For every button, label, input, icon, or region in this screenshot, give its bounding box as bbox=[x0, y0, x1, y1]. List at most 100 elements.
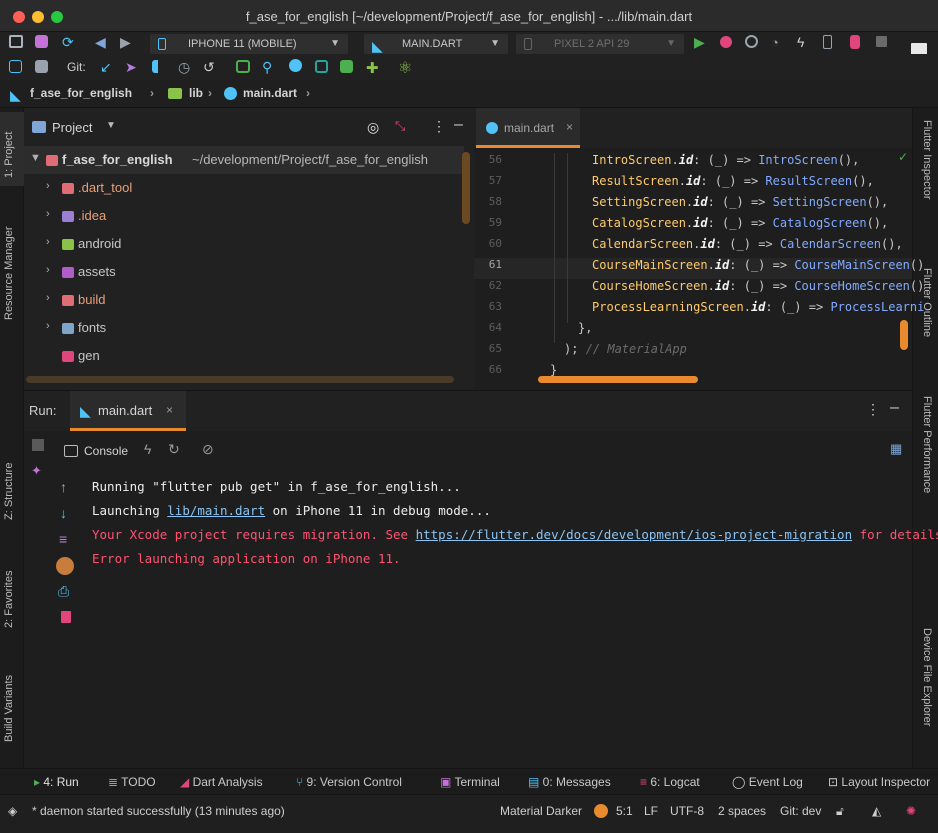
bug-icon[interactable]: ✺ bbox=[906, 804, 916, 818]
hot-reload-icon[interactable]: ϟ bbox=[144, 441, 151, 457]
project-panel-title[interactable]: Project bbox=[52, 120, 92, 135]
search-icon[interactable]: ⚲ bbox=[262, 59, 278, 75]
code-line[interactable]: 65 ); // MaterialApp bbox=[474, 342, 912, 363]
print-icon[interactable]: ⎙ bbox=[58, 583, 69, 600]
run-config-selector[interactable]: ◣ MAIN.DART ▼ bbox=[364, 34, 508, 54]
line-separator[interactable]: LF bbox=[644, 804, 658, 818]
tree-item[interactable]: gen bbox=[24, 342, 464, 370]
device-selector[interactable]: IPHONE 11 (MOBILE) ▼ bbox=[150, 34, 348, 54]
breadcrumb-file[interactable]: main.dart bbox=[243, 86, 297, 100]
target-icon[interactable]: ◎ bbox=[367, 119, 379, 136]
tree-item[interactable]: › .idea bbox=[24, 202, 464, 230]
tool-event-log[interactable]: ◯ Event Log bbox=[732, 775, 803, 789]
file-encoding[interactable]: UTF-8 bbox=[670, 804, 704, 818]
indent-setting[interactable]: 2 spaces bbox=[718, 804, 766, 818]
more-options-icon[interactable]: ⋮ bbox=[432, 118, 446, 135]
editor-tab-main-dart[interactable]: main.dart × bbox=[476, 108, 580, 148]
trash-icon[interactable] bbox=[61, 611, 71, 623]
code-line[interactable]: 62 CourseHomeScreen.id: (_) => CourseHom… bbox=[474, 279, 925, 300]
code-line[interactable]: 59 CatalogScreen.id: (_) => CatalogScree… bbox=[474, 216, 912, 237]
layout-icon[interactable]: ▦ bbox=[890, 441, 902, 457]
save-icon[interactable] bbox=[35, 35, 48, 48]
code-line[interactable]: 60 CalendarScreen.id: (_) => CalendarScr… bbox=[474, 237, 912, 258]
run-tab-main-dart[interactable]: ◣ main.dart × bbox=[70, 391, 186, 431]
cursor-position[interactable]: 5:1 bbox=[616, 804, 633, 818]
git-commit-icon[interactable]: ➤ bbox=[125, 59, 141, 75]
theme-indicator[interactable]: Material Darker bbox=[500, 804, 582, 818]
profile-icon[interactable]: ◔ bbox=[771, 35, 787, 51]
migration-link[interactable]: https://flutter.dev/docs/development/ios… bbox=[416, 527, 853, 542]
hot-reload-icon[interactable]: ϟ bbox=[797, 34, 813, 50]
git-compare-icon[interactable] bbox=[152, 60, 164, 73]
tool-todo[interactable]: ≣ TODO bbox=[108, 775, 156, 789]
flutter-attach-icon[interactable] bbox=[850, 35, 860, 49]
emulator-selector[interactable]: PIXEL 2 API 29 ▼ bbox=[516, 34, 684, 54]
console-tab[interactable]: Console bbox=[84, 444, 128, 458]
debug-icon[interactable] bbox=[720, 36, 732, 48]
code-line[interactable]: 56 IntroScreen.id: (_) => IntroScreen(), bbox=[474, 153, 912, 174]
git-update-icon[interactable]: ↙ bbox=[100, 59, 116, 75]
more-options-icon[interactable]: ⋮ bbox=[866, 401, 880, 418]
minimize-panel-icon[interactable]: – bbox=[890, 399, 899, 417]
stop-icon[interactable] bbox=[32, 439, 44, 451]
horizontal-scrollbar[interactable] bbox=[538, 376, 698, 383]
tool-messages[interactable]: ▤ 0: Messages bbox=[528, 775, 611, 789]
tool-version-control[interactable]: ⑂ 9: Version Control bbox=[296, 775, 402, 789]
code-line[interactable]: 63 ProcessLearningScreen.id: (_) => Proc… bbox=[474, 300, 925, 321]
tree-item[interactable]: › assets bbox=[24, 258, 464, 286]
run-icon[interactable]: ▶ bbox=[694, 35, 710, 51]
forward-arrow-icon[interactable]: ▶ bbox=[120, 35, 136, 51]
breadcrumb-folder[interactable]: lib bbox=[189, 86, 203, 100]
code-line[interactable]: 61 CourseMainScreen.id: (_) => CourseMai… bbox=[474, 258, 925, 279]
tool-dart-analysis[interactable]: ◢ Dart Analysis bbox=[180, 775, 263, 789]
build-variants-icon[interactable] bbox=[9, 60, 22, 73]
tool-layout-inspector[interactable]: ⊡ Layout Inspector bbox=[828, 775, 930, 789]
scroll-to-end-icon[interactable] bbox=[56, 557, 74, 575]
tree-item[interactable]: › android bbox=[24, 230, 464, 258]
rollback-icon[interactable]: ↺ bbox=[203, 59, 219, 75]
tool-tab-device-file-explorer[interactable]: Device File Explorer bbox=[921, 628, 933, 726]
inspector-icon[interactable] bbox=[289, 59, 302, 72]
arrow-up-icon[interactable]: ↑ bbox=[60, 479, 67, 495]
hot-restart-icon[interactable]: ↻ bbox=[168, 441, 180, 458]
vertical-scrollbar[interactable] bbox=[900, 320, 908, 350]
open-folder-icon[interactable] bbox=[9, 35, 23, 48]
tool-tab-resource-manager[interactable]: Resource Manager bbox=[3, 226, 15, 320]
tool-tab-flutter-performance[interactable]: Flutter Performance bbox=[921, 396, 933, 493]
inspector-icon[interactable]: ◭ bbox=[872, 804, 881, 818]
layout-icon[interactable] bbox=[340, 60, 353, 73]
attach-debugger-icon[interactable] bbox=[745, 35, 758, 48]
back-arrow-icon[interactable]: ◀ bbox=[95, 35, 111, 51]
code-line[interactable]: 58 SettingScreen.id: (_) => SettingScree… bbox=[474, 195, 912, 216]
lock-icon[interactable]: 🔓︎ bbox=[836, 804, 844, 819]
arrow-down-icon[interactable]: ↓ bbox=[60, 505, 67, 521]
plugin-icon[interactable]: ✚ bbox=[366, 59, 382, 77]
tree-item[interactable]: › fonts bbox=[24, 314, 464, 342]
close-icon[interactable]: × bbox=[566, 120, 573, 134]
soft-wrap-icon[interactable]: ≡ bbox=[59, 531, 67, 547]
stop-icon[interactable] bbox=[876, 36, 887, 47]
atom-icon[interactable]: ⚛ bbox=[398, 58, 414, 77]
tool-tab-flutter-inspector[interactable]: Flutter Inspector bbox=[921, 120, 933, 199]
tree-item[interactable]: › .dart_tool bbox=[24, 174, 464, 202]
gradle-icon[interactable] bbox=[35, 60, 48, 73]
status-message[interactable]: * daemon started successfully (13 minute… bbox=[32, 804, 285, 818]
close-icon[interactable]: × bbox=[166, 403, 173, 417]
tree-item[interactable]: › build bbox=[24, 286, 464, 314]
git-history-icon[interactable]: ◷ bbox=[178, 59, 194, 75]
sync-icon[interactable]: ⟳ bbox=[62, 35, 78, 51]
tree-root[interactable]: ▼ f_ase_for_english ~/development/Projec… bbox=[24, 146, 464, 174]
tool-run[interactable]: ▸ 4: Run bbox=[34, 775, 79, 789]
layers-icon[interactable]: ◈ bbox=[8, 804, 17, 818]
code-line[interactable]: 64 }, bbox=[474, 321, 912, 342]
file-link[interactable]: lib/main.dart bbox=[167, 503, 265, 518]
pin-icon[interactable]: ✦ bbox=[31, 463, 42, 479]
vertical-scrollbar[interactable] bbox=[462, 152, 470, 224]
device-manager-icon[interactable] bbox=[823, 35, 832, 49]
git-branch[interactable]: Git: dev bbox=[780, 804, 821, 818]
terminal-icon[interactable] bbox=[236, 60, 250, 73]
tool-tab-structure[interactable]: Z: Structure bbox=[3, 463, 15, 520]
resource-icon[interactable] bbox=[315, 60, 328, 73]
horizontal-scrollbar[interactable] bbox=[26, 376, 454, 383]
tool-tab-favorites[interactable]: 2: Favorites bbox=[3, 571, 15, 628]
